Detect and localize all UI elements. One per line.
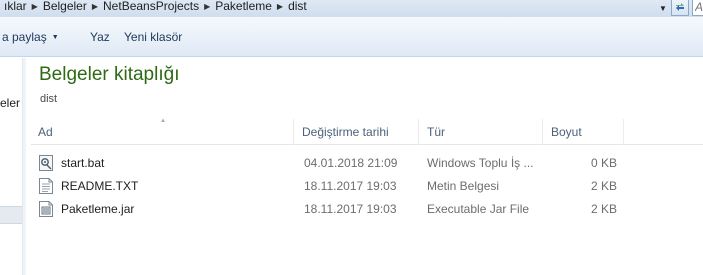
navigation-pane[interactable]: eler (0, 58, 23, 275)
command-bar: a paylaş ▼ Yaz Yeni klasör (0, 17, 703, 57)
chevron-right-icon[interactable]: ▶ (91, 2, 99, 11)
breadcrumb-item[interactable]: ıklar (0, 0, 31, 13)
breadcrumb-item[interactable]: Paketleme (211, 0, 276, 13)
file-size: 0 KB (590, 156, 617, 170)
file-name: start.bat (61, 156, 105, 170)
file-type: Executable Jar File (427, 202, 530, 216)
pane-splitter[interactable] (23, 58, 26, 275)
burn-button[interactable]: Yaz (90, 28, 110, 46)
chevron-down-icon: ▼ (51, 33, 59, 41)
library-title: Belgeler kitaplığı (39, 64, 180, 85)
share-button[interactable]: a paylaş ▼ (2, 28, 59, 46)
file-name: README.TXT (61, 179, 139, 193)
file-row[interactable]: start.bat 04.01.2018 21:09 Windows Toplu… (35, 152, 655, 174)
column-header-date[interactable]: Değiştirme tarihi (295, 119, 419, 145)
search-field[interactable] (692, 0, 703, 16)
file-type: Windows Toplu İş ... (427, 156, 534, 170)
jar-file-icon (39, 201, 53, 217)
search-input[interactable] (693, 0, 703, 14)
nav-item-documents[interactable]: eler (0, 96, 20, 110)
file-date: 18.11.2017 19:03 (304, 179, 397, 193)
new-folder-button[interactable]: Yeni klasör (124, 28, 182, 46)
nav-item-selected[interactable] (0, 206, 22, 224)
file-size: 2 KB (590, 179, 617, 193)
column-header-name[interactable]: Ad (31, 119, 294, 145)
refresh-icon (676, 2, 684, 11)
text-file-icon (39, 178, 53, 194)
share-label: a paylaş (2, 30, 47, 44)
column-header-type[interactable]: Tür (420, 119, 543, 145)
breadcrumb: ıklar ▶ Belgeler ▶ NetBeansProjects ▶ Pa… (0, 0, 311, 14)
chevron-right-icon[interactable]: ▶ (31, 2, 39, 11)
new-folder-label: Yeni klasör (124, 30, 183, 44)
address-bar[interactable]: ıklar ▶ Belgeler ▶ NetBeansProjects ▶ Pa… (0, 0, 703, 17)
breadcrumb-item[interactable]: Belgeler (39, 0, 91, 13)
breadcrumb-item[interactable]: dist (284, 0, 311, 13)
file-date: 18.11.2017 19:03 (304, 202, 397, 216)
chevron-right-icon[interactable]: ▶ (203, 2, 211, 11)
batch-file-icon (39, 155, 53, 171)
breadcrumb-item[interactable]: NetBeansProjects (99, 0, 203, 13)
chevron-right-icon[interactable]: ▶ (276, 2, 284, 11)
refresh-button[interactable] (671, 0, 689, 16)
file-type: Metin Belgesi (427, 179, 500, 193)
file-date: 04.01.2018 21:09 (304, 156, 398, 170)
column-header-size[interactable]: Boyut (544, 119, 624, 145)
library-subtitle: dist (40, 93, 58, 105)
file-name: Paketleme.jar (61, 202, 135, 216)
file-row[interactable]: Paketleme.jar 18.11.2017 19:03 Executabl… (35, 198, 655, 220)
file-row[interactable]: README.TXT 18.11.2017 19:03 Metin Belges… (35, 175, 655, 197)
burn-label: Yaz (90, 30, 110, 44)
column-header-row: Ad Değiştirme tarihi Tür Boyut (31, 119, 703, 145)
chevron-down-icon[interactable]: ▼ (656, 1, 670, 15)
file-size: 2 KB (590, 202, 617, 216)
